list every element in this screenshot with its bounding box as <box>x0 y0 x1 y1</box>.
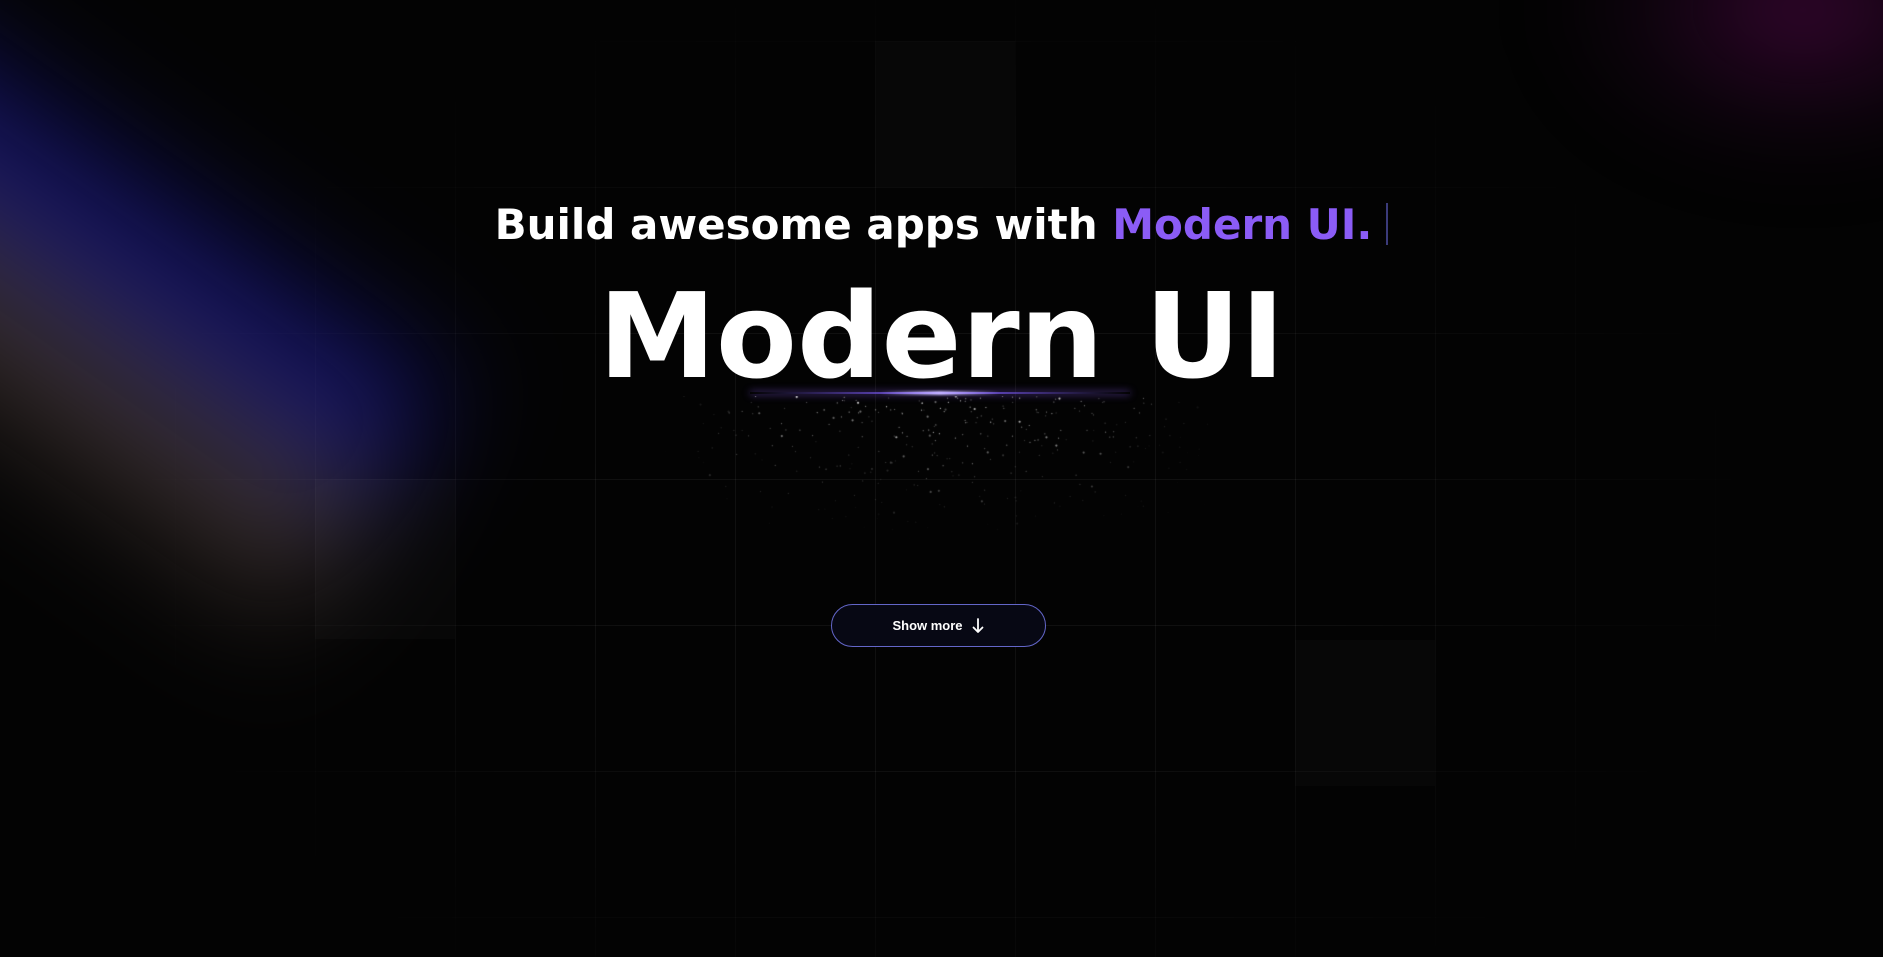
sparkle-particles <box>650 396 1230 548</box>
hero-section: Build awesome apps with Modern UI. Moder… <box>0 0 1883 957</box>
sparkles-decoration <box>650 388 1230 548</box>
show-more-button[interactable]: Show more <box>831 604 1046 647</box>
show-more-label: Show more <box>892 618 963 633</box>
hero-tagline: Build awesome apps with Modern UI. <box>0 200 1883 249</box>
corner-glow-decoration <box>1543 0 1883 180</box>
hero-title: Modern UI <box>598 267 1285 405</box>
grid-cell-highlight <box>1295 640 1435 786</box>
tagline-prefix: Build awesome apps with <box>494 200 1098 249</box>
typing-caret <box>1386 203 1389 245</box>
grid-cell-highlight <box>875 41 1015 187</box>
grid-cell-highlight <box>315 479 455 639</box>
arrow-down-icon <box>971 617 985 634</box>
tagline-accent: Modern UI. <box>1112 200 1373 249</box>
background-grid <box>0 0 1883 957</box>
